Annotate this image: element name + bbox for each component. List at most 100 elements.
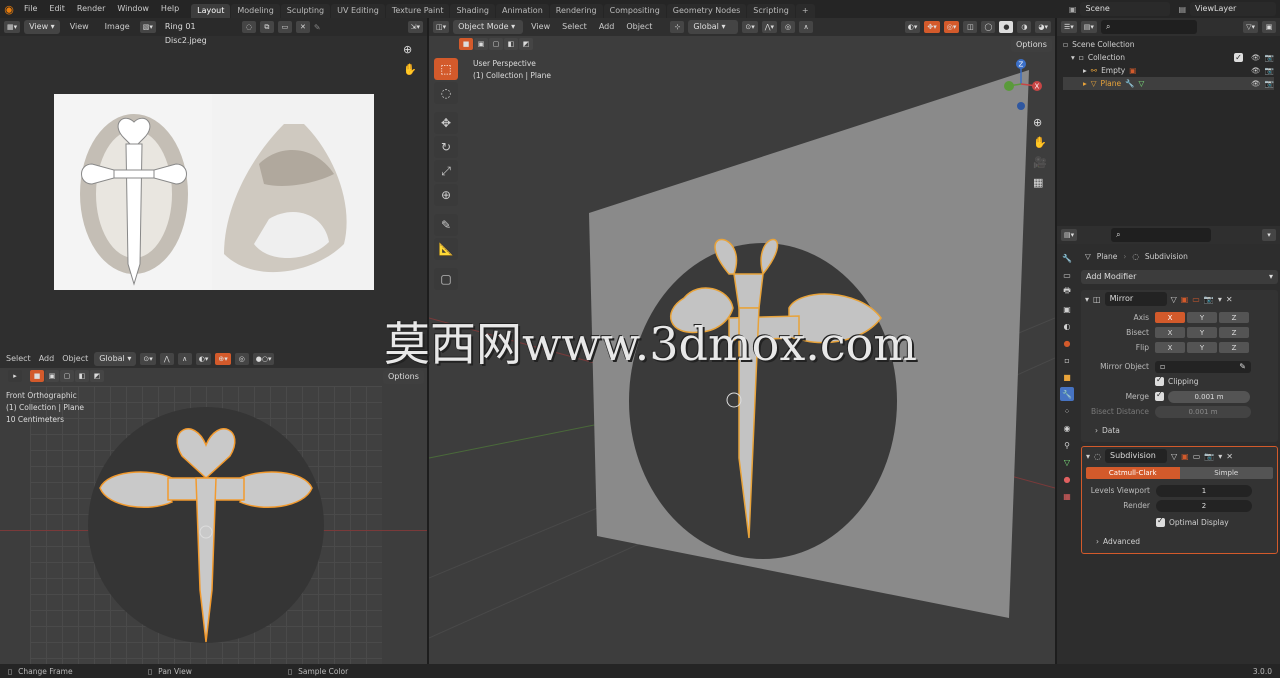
subdivision-viewport-icon[interactable]: ▭ xyxy=(1193,452,1201,461)
pan-view-icon[interactable]: ✋ xyxy=(1033,136,1047,149)
menu-file[interactable]: File xyxy=(18,0,43,18)
empty-render-icon[interactable]: 📷 xyxy=(1265,64,1274,77)
tab-texture-paint[interactable]: Texture Paint xyxy=(385,4,450,18)
tool-tab-icon[interactable]: 🔧 xyxy=(1060,251,1074,265)
mirror-name-field[interactable]: Mirror xyxy=(1104,292,1167,306)
material-tab-icon[interactable]: ● xyxy=(1060,472,1074,486)
outliner-search-input[interactable]: ⌕ xyxy=(1100,20,1197,34)
open-image-icon[interactable]: ▭ xyxy=(277,21,292,33)
mirror-object-field[interactable]: ▫ ✎ xyxy=(1155,360,1251,373)
render-tab-icon[interactable]: ▭ xyxy=(1060,268,1074,282)
rotate-tool-icon[interactable]: ↻ xyxy=(434,136,458,158)
merge-value-field[interactable]: 0.001 m xyxy=(1168,390,1250,403)
outliner-display-mode-icon[interactable]: ▤▾ xyxy=(1080,21,1097,33)
outliner-item-plane[interactable]: ▸ ▽ Plane 🔧 ▽ 👁 📷 xyxy=(1063,77,1274,90)
bisect-distance-field[interactable]: 0.001 m xyxy=(1155,405,1251,418)
add-cube-tool-icon[interactable]: ▢ xyxy=(434,268,458,290)
menu-edit[interactable]: Edit xyxy=(43,0,71,18)
outliner-collection[interactable]: ▾▫Collection 👁 📷 xyxy=(1063,51,1274,64)
simple-button[interactable]: Simple xyxy=(1179,467,1273,479)
image-browse-icon[interactable]: ▧▾ xyxy=(139,21,156,33)
editor-type-icon[interactable]: ▦▾ xyxy=(4,21,21,33)
mirror-editmode-icon[interactable]: ▽ xyxy=(1171,295,1177,304)
subdivision-name-field[interactable]: Subdivision xyxy=(1105,449,1167,463)
scene-tab-icon[interactable]: ◐ xyxy=(1060,319,1074,333)
subdivision-collapse-icon[interactable]: ▾ xyxy=(1086,452,1090,461)
mirror-bisect-y[interactable]: Y xyxy=(1187,327,1217,338)
mirror-axis-x[interactable]: X xyxy=(1155,312,1185,323)
subdivision-editmode-icon[interactable]: ▽ xyxy=(1171,452,1177,461)
scene-field[interactable]: Scene xyxy=(1080,2,1171,16)
mirror-flip-x[interactable]: X xyxy=(1155,342,1185,353)
menu-render[interactable]: Render xyxy=(71,0,111,18)
image-pan-icon[interactable]: ✋ xyxy=(403,63,417,76)
image-display-icon[interactable]: ⇲▾ xyxy=(407,21,423,33)
view-layer-tab-icon[interactable]: ▣ xyxy=(1060,302,1074,316)
mirror-cage-icon[interactable]: ▣ xyxy=(1181,295,1189,304)
mirror-bisect-z[interactable]: Z xyxy=(1219,327,1249,338)
subdivision-cage-icon[interactable]: ▣ xyxy=(1181,452,1189,461)
transform-tool-icon[interactable]: ⊕ xyxy=(434,184,458,206)
plane-visibility-icon[interactable]: 👁 xyxy=(1251,77,1261,90)
mirror-flip-z[interactable]: Z xyxy=(1219,342,1249,353)
tab-uv-editing[interactable]: UV Editing xyxy=(331,4,385,18)
camera-view-icon[interactable]: 🎥 xyxy=(1033,156,1047,169)
constraints-tab-icon[interactable]: ⚲ xyxy=(1060,438,1074,452)
menu-window[interactable]: Window xyxy=(111,0,155,18)
view-layer-field[interactable]: ViewLayer xyxy=(1190,2,1276,16)
image-name-field[interactable]: Ring 01 Disc2.jpeg xyxy=(159,20,238,45)
mirror-viewport-icon[interactable]: ▭ xyxy=(1192,295,1200,304)
outliner-filter-icon[interactable]: ▽▾ xyxy=(1243,21,1258,33)
properties-type-icon[interactable]: ▤▾ xyxy=(1061,229,1078,241)
tab-geometry-nodes[interactable]: Geometry Nodes xyxy=(666,4,747,18)
mirror-eyedropper-icon[interactable]: ✎ xyxy=(1239,361,1246,373)
tab-sculpting[interactable]: Sculpting xyxy=(280,4,331,18)
plane-render-icon[interactable]: 📷 xyxy=(1265,77,1274,90)
tab-animation[interactable]: Animation xyxy=(495,4,549,18)
measure-tool-icon[interactable]: 📐 xyxy=(434,238,458,260)
collection-expand-icon[interactable]: ▾ xyxy=(1071,51,1075,64)
empty-expand-icon[interactable]: ▸ xyxy=(1083,64,1087,77)
scene-icon[interactable]: ▣ xyxy=(1069,5,1077,14)
image-menu-image[interactable]: Image xyxy=(99,18,136,36)
mirror-flip-y[interactable]: Y xyxy=(1187,342,1217,353)
move-tool-icon[interactable]: ✥ xyxy=(434,112,458,134)
pin-icon[interactable]: ✎ xyxy=(314,23,321,32)
front-viewport[interactable]: Select Add Object Global ▾ ⊙▾ ⋀ ∧ ◐▾ ⊕▾ … xyxy=(0,350,427,664)
unlink-image-icon[interactable]: ✕ xyxy=(295,21,310,33)
tab-scripting[interactable]: Scripting xyxy=(747,4,795,18)
add-modifier-dropdown[interactable]: Add Modifier ▾ xyxy=(1081,270,1278,284)
properties-search-input[interactable]: ⌕ xyxy=(1111,228,1212,242)
outliner-new-collection-icon[interactable]: ▣ xyxy=(1262,21,1276,33)
collection-tab-icon[interactable]: ▫ xyxy=(1060,353,1074,367)
subdivision-menu-icon[interactable]: ▾ xyxy=(1218,452,1222,461)
image-zoom-icon[interactable]: ⊕ xyxy=(403,43,412,56)
view-mode-dropdown[interactable]: View ▾ xyxy=(24,20,60,34)
mirror-collapse-icon[interactable]: ▾ xyxy=(1085,295,1089,304)
collection-exclude-checkbox[interactable] xyxy=(1234,51,1244,64)
levels-viewport-field[interactable]: 1 xyxy=(1156,484,1252,497)
mirror-menu-icon[interactable]: ▾ xyxy=(1218,295,1222,304)
merge-checkbox[interactable] xyxy=(1155,390,1164,401)
clipping-checkbox[interactable] xyxy=(1155,375,1164,386)
plane-expand-icon[interactable]: ▸ xyxy=(1083,77,1087,90)
outliner-item-empty[interactable]: ▸ ⚯ Empty ▣ 👁 📷 xyxy=(1063,64,1274,77)
tab-compositing[interactable]: Compositing xyxy=(603,4,666,18)
zoom-view-icon[interactable]: ⊕ xyxy=(1033,116,1042,129)
collection-visibility-icon[interactable]: 👁 xyxy=(1251,51,1261,64)
mirror-bisect-x[interactable]: X xyxy=(1155,327,1185,338)
annotate-tool-icon[interactable]: ✎ xyxy=(434,214,458,236)
outliner-scene-collection[interactable]: ▫ Scene Collection xyxy=(1063,38,1274,51)
scale-tool-icon[interactable]: ⤢ xyxy=(434,160,458,182)
render-levels-field[interactable]: 2 xyxy=(1156,499,1252,512)
collection-render-icon[interactable]: 📷 xyxy=(1265,51,1274,64)
world-tab-icon[interactable]: ● xyxy=(1060,336,1074,350)
physics-tab-icon[interactable]: ◉ xyxy=(1060,421,1074,435)
subdivision-render-icon[interactable]: 📷 xyxy=(1204,452,1214,461)
mirror-axis-y[interactable]: Y xyxy=(1187,312,1217,323)
mirror-data-subpanel[interactable]: › Data xyxy=(1081,423,1278,438)
fake-user-icon[interactable]: ◌ xyxy=(241,21,256,33)
select-box-tool-icon[interactable]: ⬚ xyxy=(434,58,458,80)
advanced-subpanel[interactable]: › Advanced xyxy=(1082,534,1277,549)
perspective-toggle-icon[interactable]: ▦ xyxy=(1033,176,1043,189)
